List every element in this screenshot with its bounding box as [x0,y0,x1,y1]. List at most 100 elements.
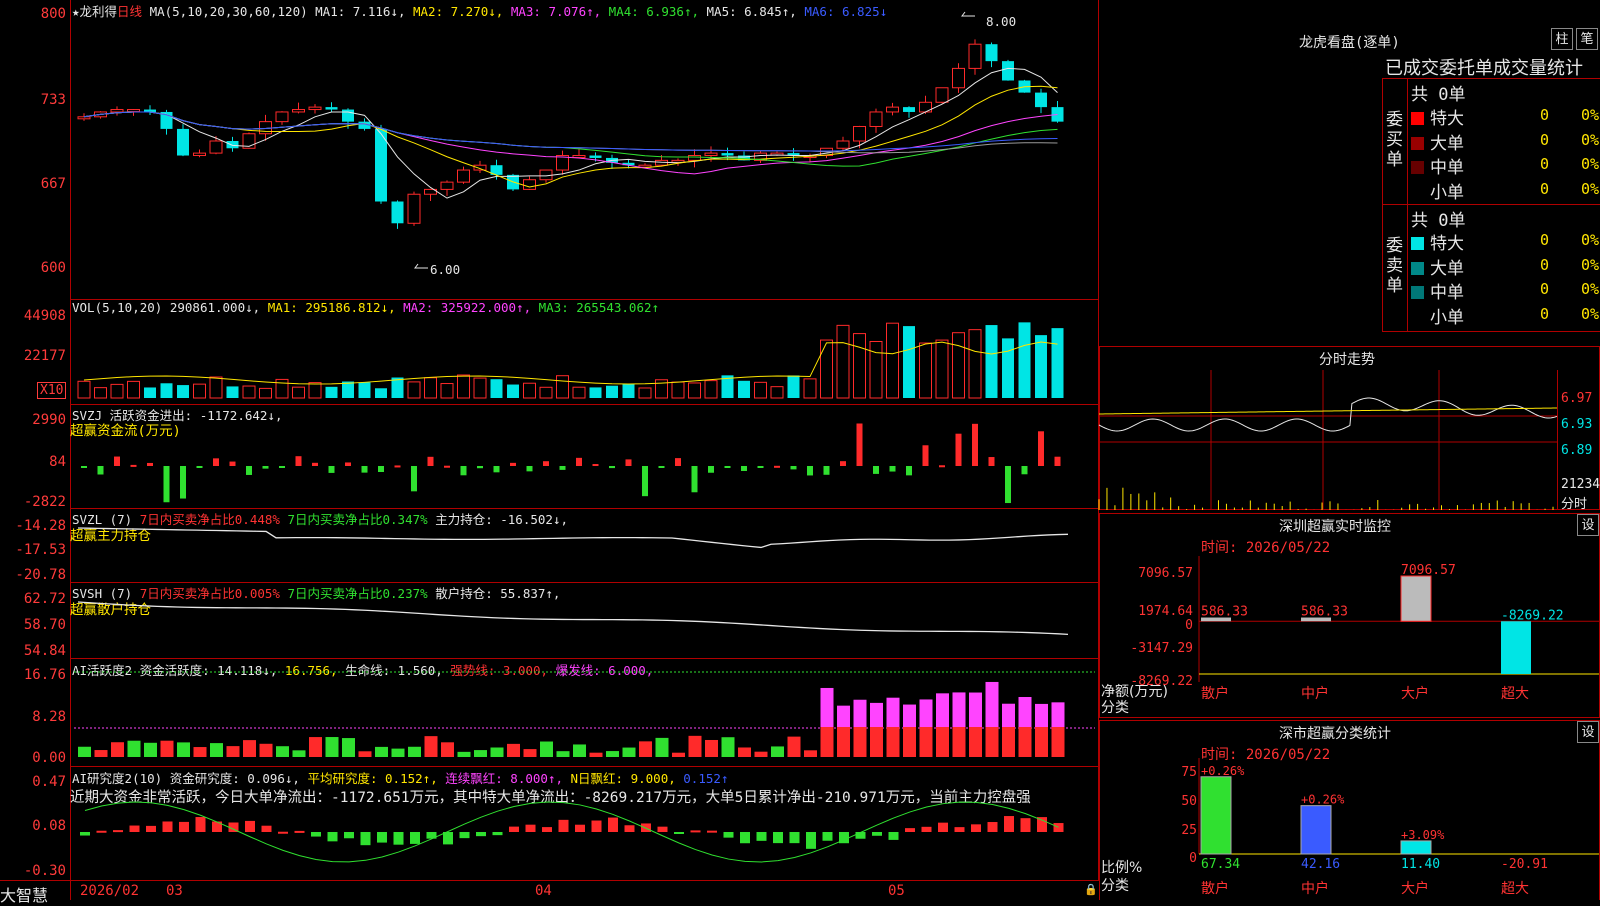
volume-bar [160,383,173,398]
class-unit: 比例% [1101,860,1143,876]
class-change-3: +3.09% [1401,828,1445,842]
svzj-bar [163,466,170,503]
candle-body [77,116,91,120]
class-settings-button[interactable]: 设 [1577,721,1599,743]
activity-bar [556,751,570,757]
date-axis: 大智慧 2026/02 03 04 05 🔒 [0,880,1099,905]
svzj-bar [378,466,384,472]
volume-bar [985,325,998,398]
research-bar [624,825,635,832]
activity-bar [193,747,207,757]
research-bar [360,832,371,846]
volume-bar [342,381,354,398]
monitor-settings-button[interactable]: 设 [1577,514,1599,536]
class-title: 深市超赢分类统计 [1279,726,1391,742]
activity-bar [424,736,438,757]
svzj-bar [625,459,632,466]
activity-bar [754,751,768,757]
class-category-2: 中户 [1301,880,1329,897]
pen-mode-button[interactable]: 笔 [1576,28,1598,50]
date-label-1: 2026/02 [80,883,140,899]
activity-bar [342,738,355,757]
svzj-bar [229,461,236,466]
volume-bar [606,385,618,398]
research-bar [591,820,602,832]
activity-bar [127,740,141,757]
svzj-bar [543,461,549,466]
svzj-bar [493,466,500,473]
timeshare-canvas[interactable] [1098,370,1559,510]
main-chart-area[interactable]: 800 733 667 600 44908 22177 X10 2990 84 … [0,0,1099,905]
cls-axis-3: 25 [1181,823,1197,838]
lock-icon[interactable]: 🔒 [1084,883,1098,896]
volume-bar [572,386,586,399]
svzj-bar [972,423,978,466]
research-bar [806,832,816,849]
activity-bar [309,737,322,757]
buy-name-4: 小单 [1430,182,1464,203]
research-bar [1004,816,1014,832]
svsh-line [77,601,1069,635]
activity-bar [688,735,702,757]
activity-bar [292,750,306,757]
svzj-bar [823,466,830,475]
volume-bar [622,384,635,398]
candle-body [457,169,470,183]
research-bar [789,832,800,844]
class-category-1: 散户 [1201,880,1229,897]
svzj-bar [922,445,929,466]
buy-swatch-2 [1411,136,1424,150]
activity-bar [243,740,256,757]
volume-bar [94,387,107,399]
buy-pct-3: 0% [1580,155,1599,173]
volume-bar [144,387,156,398]
indicator-canvas[interactable] [0,0,1099,900]
volume-bar [440,383,454,399]
lh-table-col [1407,78,1408,332]
volume-bar [259,387,272,399]
svzj-bar [988,457,995,466]
research-bar [492,832,503,836]
svzj-bar [180,466,186,499]
svzj-bar [724,466,731,468]
monitor-value-2: 586.33 [1301,605,1348,620]
volume-bar [638,387,652,399]
volume-bar [473,377,487,399]
bar-mode-button[interactable]: 柱 [1551,28,1573,50]
activity-bar [111,742,124,757]
sell-row-3: 中单 [1411,278,1464,303]
research-bar [525,824,536,832]
volume-bar [556,375,569,399]
volume-bar [308,382,322,399]
volume-bar [770,386,784,399]
candle-body [226,141,239,149]
research-bar [558,819,569,832]
candle-body [704,152,718,157]
class-change-1: +0.26% [1201,764,1245,778]
volume-bar [325,386,338,398]
cls-axis-2: 50 [1181,794,1197,809]
svzj-bar [97,466,104,475]
monitor-value-4: -8269.22 [1501,608,1564,623]
volume-bar [1018,322,1031,398]
activity-bar [672,752,685,757]
candle-body [572,155,586,159]
research-bar [740,832,750,844]
monitor-value-1: 586.33 [1201,605,1248,620]
activity-bar [375,746,388,757]
research-bar [410,832,420,844]
research-bar [674,832,684,834]
research-bar [393,832,404,845]
svzj-bar [295,456,302,466]
candle-body [836,140,850,149]
activity-base [1035,727,1048,757]
research-bar [1037,817,1047,832]
volume-bar [539,386,553,399]
volume-bar [886,322,899,399]
buy-swatch-1 [1411,112,1424,125]
svzj-bar [609,466,615,469]
mon-axis-4: -3147.29 [1130,641,1193,656]
activity-base [1018,727,1032,757]
research-bar [261,825,272,832]
sell-pct-4: 0% [1580,304,1599,323]
